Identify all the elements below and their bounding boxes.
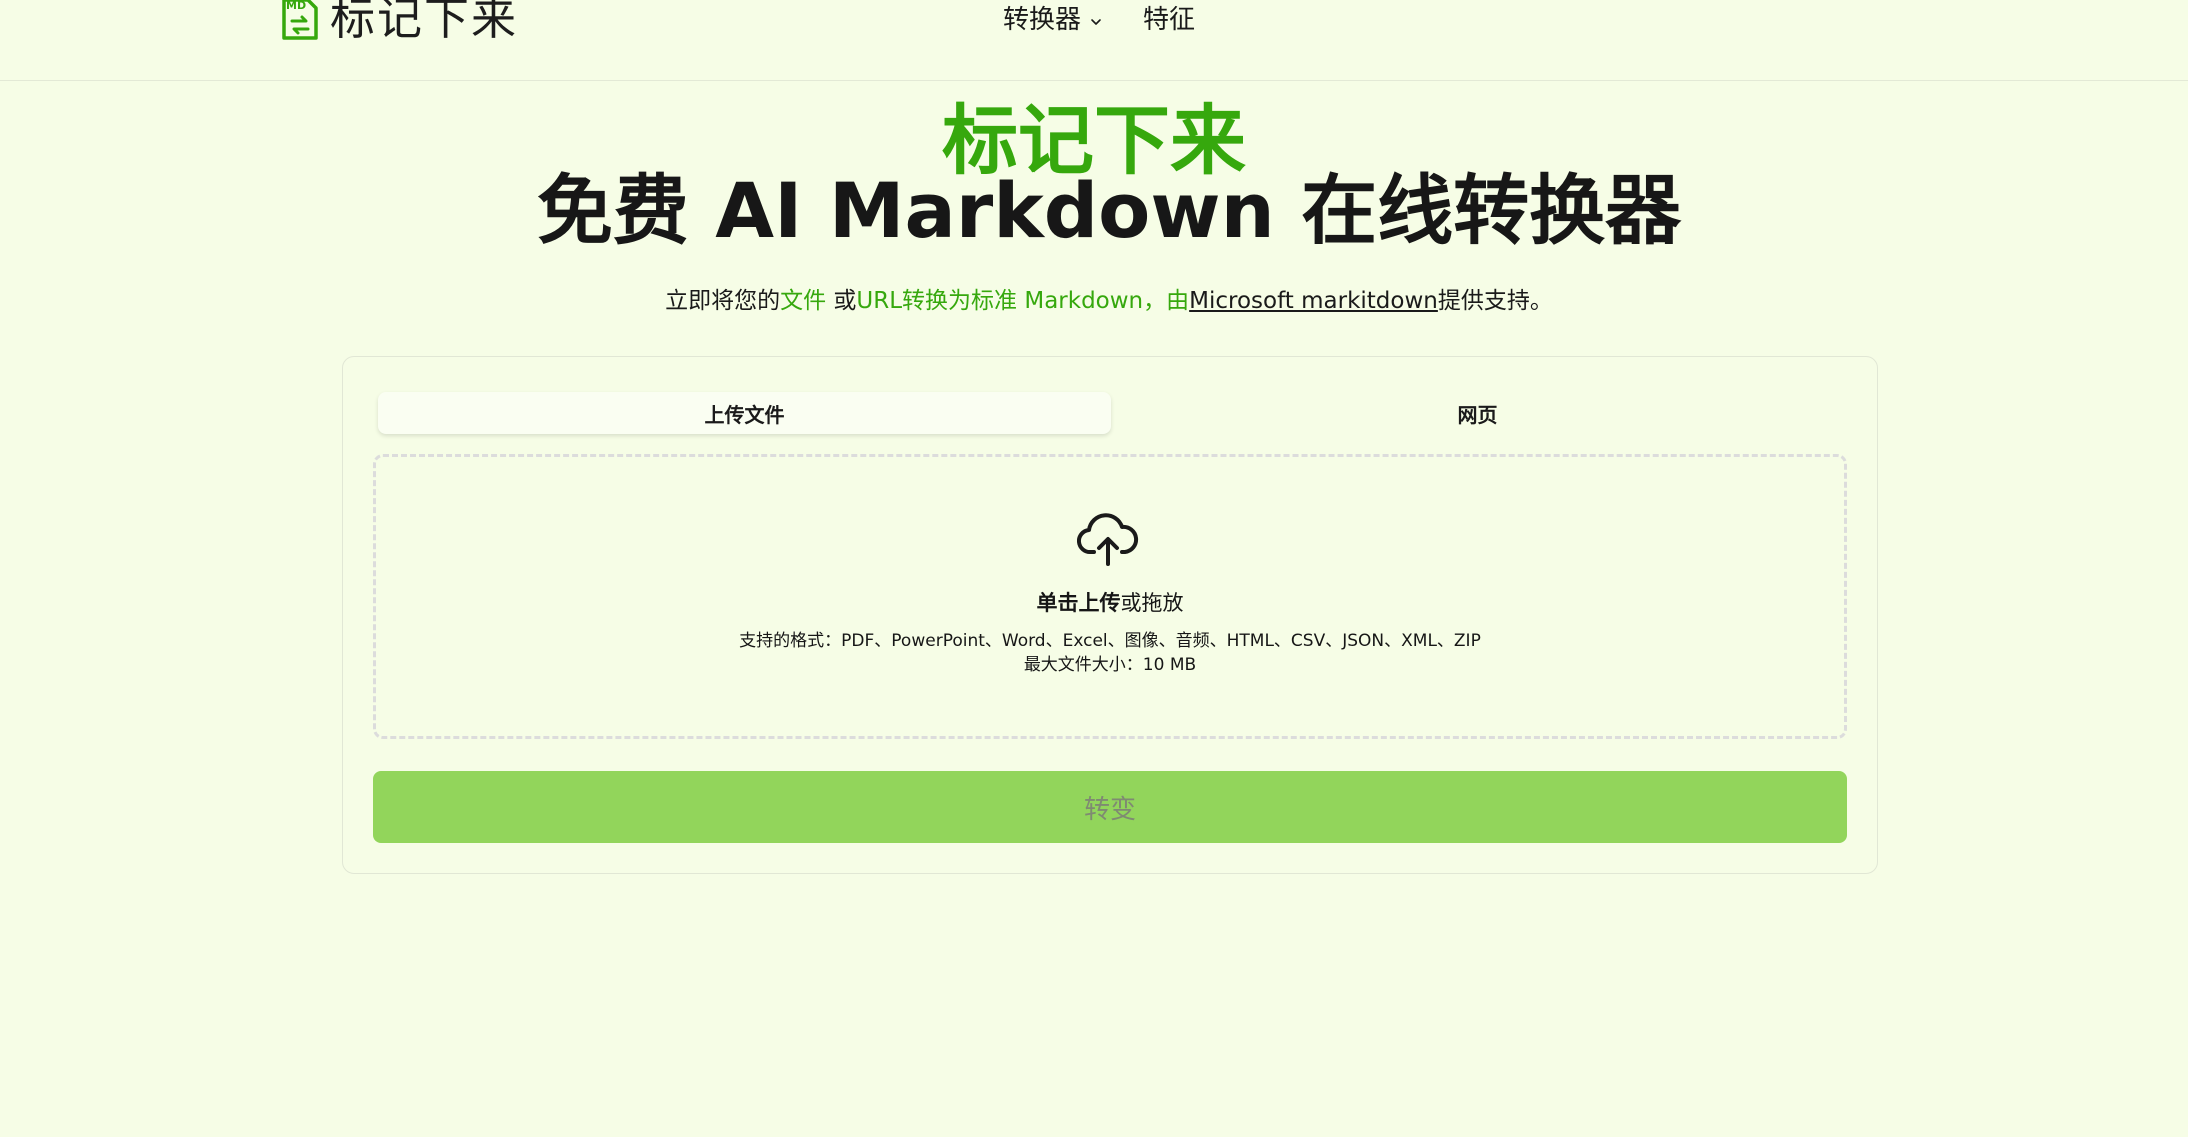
converter-tabs: 上传文件 网页 <box>378 392 1844 434</box>
svg-text:MD: MD <box>286 0 306 12</box>
nav-converter-label: 转换器 <box>1003 5 1082 35</box>
cloud-upload-icon <box>1077 513 1139 566</box>
subtitle-url-text: URL转换为标准 Markdown，由 <box>856 288 1190 314</box>
nav-features[interactable]: 特征 <box>1143 2 1195 38</box>
tab-webpage[interactable]: 网页 <box>1111 392 1844 434</box>
chevron-down-icon <box>1091 19 1101 25</box>
hero-subtitle: 立即将您的文件 或URL转换为标准 Markdown，由Microsoft ma… <box>0 283 2188 319</box>
hero-title-main: 免费 AI Markdown 在线转换器 <box>536 166 1682 255</box>
subtitle-or: 或 <box>826 288 857 314</box>
drag-drop-text: 或拖放 <box>1120 591 1184 615</box>
subtitle-file: 文件 <box>780 288 827 314</box>
nav-features-label: 特征 <box>1143 5 1196 35</box>
markdown-file-logo-icon: MD <box>282 0 318 40</box>
nav-converter[interactable]: 转换器 <box>1003 2 1103 38</box>
max-file-size: 最大文件大小：10 MB <box>1023 655 1197 675</box>
dropzone-title: 单击上传或拖放 <box>376 588 1844 618</box>
subtitle-prefix: 立即将您的 <box>665 288 781 314</box>
converter-card: 上传文件 网页 单击上传或拖放 支持的格式：PDF、PowerPoint、Wor… <box>342 356 1878 874</box>
markitdown-link[interactable]: Microsoft markitdown <box>1189 288 1438 314</box>
logo-text: 标记下来 <box>330 0 519 45</box>
logo[interactable]: MD 标记下来 <box>278 0 518 44</box>
main-nav: 转换器 特征 <box>1003 2 1195 38</box>
site-header: MD 标记下来 转换器 特征 <box>0 0 2188 81</box>
convert-button[interactable]: 转变 <box>373 771 1847 843</box>
subtitle-suffix: 提供支持。 <box>1437 288 1553 314</box>
file-dropzone[interactable]: 单击上传或拖放 支持的格式：PDF、PowerPoint、Word、Excel、… <box>373 454 1847 739</box>
supported-formats: 支持的格式：PDF、PowerPoint、Word、Excel、图像、音频、HT… <box>739 631 1481 651</box>
click-upload-text[interactable]: 单击上传 <box>1037 591 1121 615</box>
tab-upload-file[interactable]: 上传文件 <box>378 392 1111 434</box>
